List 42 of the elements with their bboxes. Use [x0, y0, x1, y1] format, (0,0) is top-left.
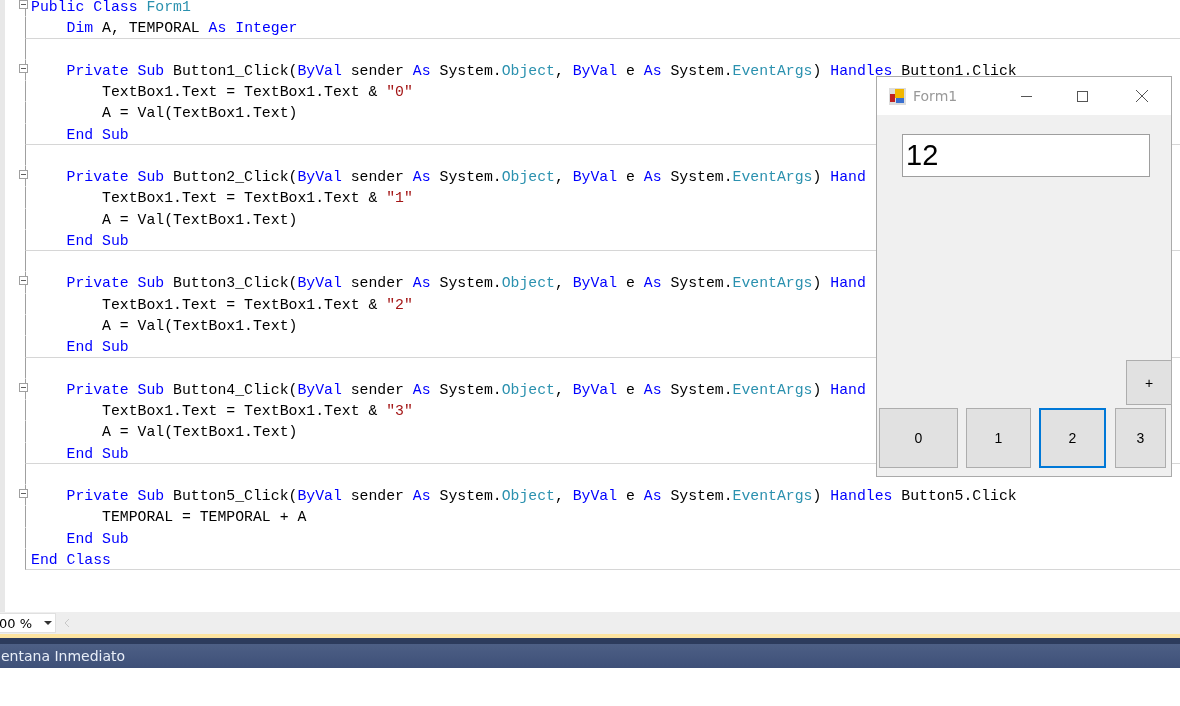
form-button[interactable]: +: [1126, 360, 1172, 405]
code-line: TextBox1.Text = TextBox1.Text & "1": [101, 190, 413, 207]
form-button[interactable]: 2: [1039, 408, 1106, 468]
code-line: A = Val(TextBox1.Text): [101, 318, 298, 334]
code-line: A = Val(TextBox1.Text): [101, 105, 298, 122]
minimize-icon: [1020, 95, 1032, 97]
maximize-icon: [1076, 90, 1088, 102]
collapse-icon[interactable]: [19, 170, 28, 180]
collapse-icon[interactable]: [19, 0, 28, 9]
code-line: Dim A, TEMPORAL As Integer: [65, 20, 298, 37]
collapse-icon[interactable]: [19, 382, 28, 392]
code-line: TextBox1.Text = TextBox1.Text & "2": [101, 296, 413, 313]
code-line: Private Sub Button1_Click(ByVal sender As System.Object, ByVal e As System.EventArgs) Handles Button1.Click: [65, 62, 1017, 79]
code-line: End Sub: [65, 445, 129, 462]
number-textbox[interactable]: 12: [902, 134, 1150, 177]
code-line: Public Class Form1: [31, 0, 191, 15]
collapse-icon[interactable]: [19, 63, 28, 73]
code-line: Private Sub Button2_Click(ByVal sender As System.Object, ByVal e As System.EventArgs) Hand: [65, 169, 866, 186]
code-line: End Class: [31, 551, 111, 568]
close-icon: [1136, 90, 1148, 102]
form-button[interactable]: 1: [966, 408, 1031, 468]
collapse-icon[interactable]: [19, 489, 28, 499]
code-line: TEMPORAL = TEMPORAL + A: [101, 509, 307, 526]
code-line: End Sub: [65, 126, 129, 143]
form-button[interactable]: 3: [1115, 408, 1166, 468]
form-button[interactable]: 0: [879, 408, 958, 468]
code-line: Private Sub Button3_Click(ByVal sender As System.Object, ByVal e As System.EventArgs) Hand: [65, 275, 866, 292]
window-title: Form1: [913, 88, 958, 104]
code-line: TextBox1.Text = TextBox1.Text & "3": [101, 403, 413, 420]
code-line: End Sub: [65, 339, 129, 356]
code-line: A = Val(TextBox1.Text): [101, 424, 298, 441]
form-app-icon: [889, 87, 906, 105]
code-line: TextBox1.Text = TextBox1.Text & "0": [101, 84, 413, 101]
code-line: End Sub: [65, 530, 129, 547]
caret-icon: [44, 621, 52, 625]
collapse-icon[interactable]: [19, 276, 28, 286]
code-line: Private Sub Button5_Click(ByVal sender As System.Object, ByVal e As System.EventArgs) Handles Button5.Click: [65, 488, 1017, 505]
zoom-dropdown[interactable]: 00 %: [0, 613, 56, 633]
code-line: End Sub: [65, 232, 129, 249]
code-line: Private Sub Button4_Click(ByVal sender As System.Object, ByVal e As System.EventArgs) Hand: [65, 381, 866, 398]
code-line: A = Val(TextBox1.Text): [101, 211, 298, 228]
immediate-window-tab[interactable]: entana Inmediato: [1, 648, 126, 664]
